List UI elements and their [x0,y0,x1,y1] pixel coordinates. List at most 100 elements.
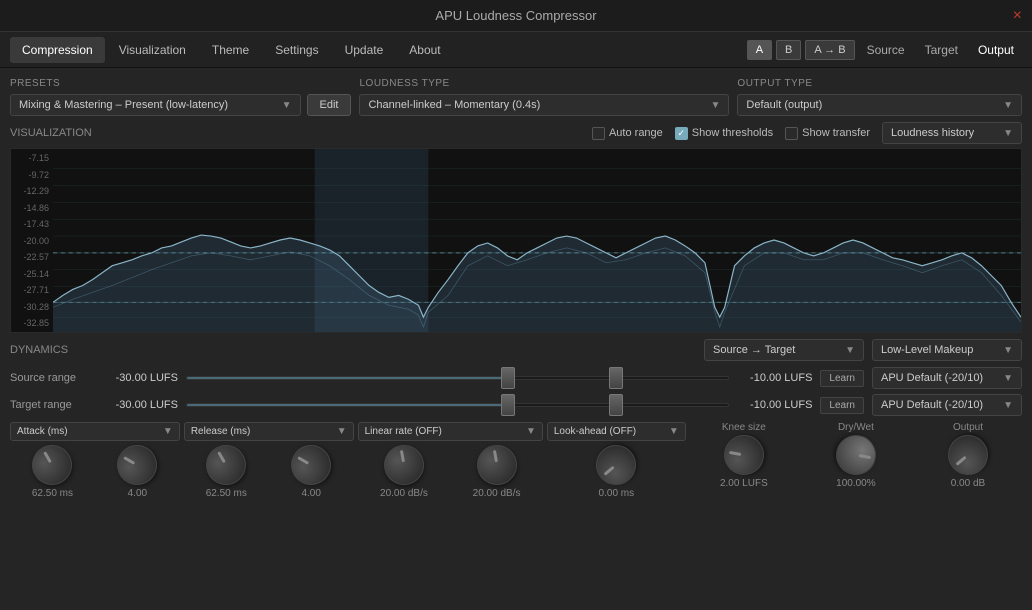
attack-knob-2-group: 4.00 [95,445,180,499]
output-knob-item: 0.00 dB [914,435,1022,489]
preset-dropdown[interactable]: Mixing & Mastering – Present (low-latenc… [10,94,301,116]
show-thresholds-check[interactable]: ✓ [675,127,688,140]
lookahead-knob[interactable] [588,437,644,493]
dry-wet-knob-group: 100.00% [802,435,910,489]
direction-dropdown[interactable]: Source → Target ▼ [704,339,864,361]
y-label-9: -30.28 [11,302,53,312]
ab-button-ab[interactable]: A → B [805,40,854,60]
release-knob-2[interactable] [284,438,339,493]
source-slider-track[interactable] [186,376,729,380]
dry-wet-knob[interactable] [833,432,879,478]
nav-theme[interactable]: Theme [200,37,261,63]
release-value-2: 4.00 [301,488,320,499]
source-range-row: Source range -30.00 LUFS -10.00 LUFS Lea… [10,367,1022,389]
nav-output[interactable]: Output [970,40,1022,60]
target-preset-arrow: ▼ [1003,400,1013,411]
release-knob-2-group: 4.00 [269,445,354,499]
nav-visualization[interactable]: Visualization [107,37,198,63]
show-transfer-check[interactable] [785,127,798,140]
auto-range-checkbox[interactable]: Auto range [592,127,663,140]
target-range-label: Target range [10,399,90,411]
y-label-5: -20.00 [11,236,53,246]
dry-wet-value: 100.00% [836,478,875,489]
loudness-value: Channel-linked – Momentary (0.4s) [368,99,540,111]
auto-range-check[interactable] [592,127,605,140]
attack-dropdown[interactable]: Attack (ms) ▼ [10,422,180,441]
linear-rate-dropdown[interactable]: Linear rate (OFF) ▼ [358,422,543,441]
nav-right-controls: A B A → B Source Target Output [747,40,1022,60]
show-transfer-checkbox[interactable]: Show transfer [785,127,870,140]
dry-wet-label: Dry/Wet [802,422,910,433]
output-dropdown[interactable]: Default (output) ▼ [737,94,1022,116]
show-thresholds-checkbox[interactable]: ✓ Show thresholds [675,127,773,140]
presets-label: Presets [10,78,351,89]
linear-rate-value-2: 20.00 dB/s [473,488,521,499]
source-range-label: Source range [10,372,90,384]
viz-y-labels: -7.15 -9.72 -12.29 -14.86 -17.43 -20.00 … [11,149,53,332]
nav-settings[interactable]: Settings [263,37,330,63]
knobs-section: Attack (ms) ▼ 62.50 ms 4.00 R [10,422,1022,499]
preset-value: Mixing & Mastering – Present (low-latenc… [19,99,228,111]
output-knob-label: Output [914,422,1022,433]
linear-rate-knob-2[interactable] [473,442,519,488]
ab-button-a[interactable]: A [747,40,772,60]
nav-compression[interactable]: Compression [10,37,105,63]
target-range-right: -10.00 LUFS [737,399,812,411]
y-label-0: -7.15 [11,153,53,163]
output-section: Output type Default (output) ▼ [737,78,1022,116]
attack-knob-2[interactable] [110,438,165,493]
nav-update[interactable]: Update [333,37,396,63]
viz-controls: Auto range ✓ Show thresholds Show transf… [592,122,1022,144]
dry-wet-group: Dry/Wet 100.00% [802,422,910,489]
makeup-arrow: ▼ [1003,345,1013,356]
history-value: Loudness history [891,127,974,139]
source-preset-dropdown[interactable]: APU Default (-20/10) ▼ [872,367,1022,389]
knee-size-knob[interactable] [721,432,767,478]
presets-section: Presets Mixing & Mastering – Present (lo… [10,78,351,116]
knee-size-group: Knee size 2.00 LUFS [690,422,798,489]
loudness-section: Loudness type Channel-linked – Momentary… [359,78,729,116]
linear-rate-group: Linear rate (OFF) ▼ 20.00 dB/s 20.00 dB/… [358,422,543,499]
visualization-section: Visualization Auto range ✓ Show threshol… [10,122,1022,333]
source-learn-btn[interactable]: Learn [820,370,864,387]
loudness-arrow: ▼ [711,100,721,111]
attack-label: Attack (ms) [17,426,68,437]
edit-button[interactable]: Edit [307,94,352,116]
nav-about[interactable]: About [397,37,452,63]
ab-button-b[interactable]: B [776,40,801,60]
makeup-dropdown[interactable]: Low-Level Makeup ▼ [872,339,1022,361]
output-knob-value: 0.00 dB [951,478,985,489]
source-preset-value: APU Default (-20/10) [881,372,983,384]
output-knob-group: Output 0.00 dB [914,422,1022,489]
show-thresholds-label: Show thresholds [692,127,773,139]
release-dropdown[interactable]: Release (ms) ▼ [184,422,354,441]
history-dropdown[interactable]: Loudness history ▼ [882,122,1022,144]
release-group: Release (ms) ▼ 62.50 ms 4.00 [184,422,354,499]
main-content: Presets Mixing & Mastering – Present (lo… [0,68,1032,610]
dynamics-label: Dynamics [10,344,68,356]
source-slider-wrap [186,376,729,380]
target-learn-btn[interactable]: Learn [820,397,864,414]
nav-source[interactable]: Source [859,40,913,60]
close-button[interactable]: × [1013,8,1022,24]
attack-knob-1-group: 62.50 ms [10,445,95,499]
lookahead-dropdown[interactable]: Look-ahead (OFF) ▼ [547,422,686,441]
dynamics-controls: Source → Target ▼ Low-Level Makeup ▼ [704,339,1022,361]
linear-rate-knob-1[interactable] [381,442,427,488]
release-knob-1[interactable] [199,438,254,493]
output-knob[interactable] [940,427,996,483]
loudness-dropdown[interactable]: Channel-linked – Momentary (0.4s) ▼ [359,94,729,116]
linear-rate-value-1: 20.00 dB/s [380,488,428,499]
knee-size-knob-group: 2.00 LUFS [690,435,798,489]
source-range-left: -30.00 LUFS [98,372,178,384]
knee-size-label: Knee size [690,422,798,433]
viz-header: Visualization Auto range ✓ Show threshol… [10,122,1022,144]
nav-target[interactable]: Target [917,40,966,60]
viz-canvas: -7.15 -9.72 -12.29 -14.86 -17.43 -20.00 … [10,148,1022,333]
target-slider-track[interactable] [186,403,729,407]
show-transfer-label: Show transfer [802,127,870,139]
y-label-2: -12.29 [11,186,53,196]
direction-arrow: ▼ [845,345,855,356]
attack-knob-1[interactable] [25,438,80,493]
target-preset-dropdown[interactable]: APU Default (-20/10) ▼ [872,394,1022,416]
